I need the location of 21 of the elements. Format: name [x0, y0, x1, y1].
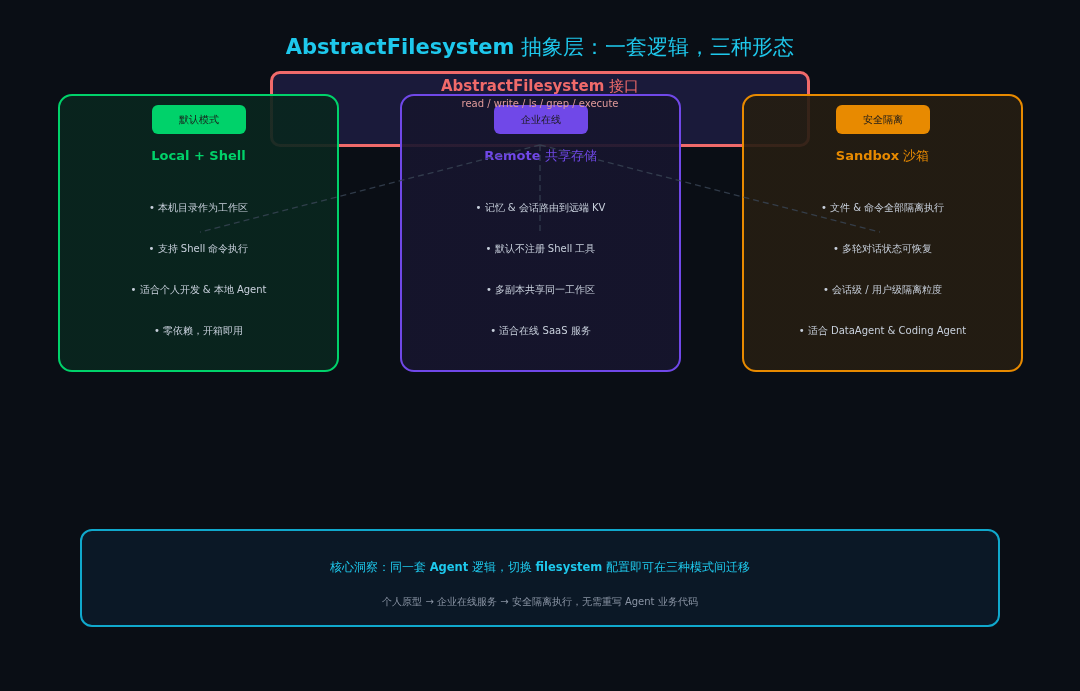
mode-title: Local + Shell — [151, 147, 246, 165]
feature-item: • 零依赖，开箱即用 — [153, 323, 244, 338]
feature-item: • 会话级 / 用户级隔离粒度 — [823, 282, 942, 297]
feature-item: • 记忆 & 会话路由到远端 KV — [475, 200, 606, 215]
feature-item: • 适合在线 SaaS 服务 — [490, 323, 591, 338]
feature-item: • 多轮对话状态可恢复 — [832, 241, 933, 256]
feature-item: • 支持 Shell 命令执行 — [148, 241, 249, 256]
diagram-title: AbstractFilesystem 抽象层：一套逻辑，三种形态 — [285, 34, 795, 61]
feature-item: • 适合个人开发 & 本地 Agent — [130, 282, 267, 297]
feature-item: • 适合 DataAgent & Coding Agent — [798, 323, 967, 338]
feature-item: • 多副本共享同一工作区 — [485, 282, 596, 297]
mode-title: Remote 共享存储 — [484, 147, 597, 165]
interface-title: AbstractFilesystem 接口 — [440, 76, 640, 97]
mode-badge: 默认模式 — [151, 105, 246, 134]
feature-item: • 默认不注册 Shell 工具 — [485, 241, 596, 256]
mode-title: Sandbox 沙箱 — [835, 147, 930, 165]
mode-badge: 安全隔离 — [835, 105, 930, 134]
insight-subline: 个人原型 → 企业在线服务 → 安全隔离执行，无需重写 Agent 业务代码 — [382, 595, 698, 610]
feature-item: • 文件 & 命令全部隔离执行 — [820, 200, 945, 215]
insight-headline: 核心洞察：同一套 Agent 逻辑，切换 filesystem 配置即可在三种模式间迁移 — [330, 559, 750, 576]
feature-item: • 本机目录作为工作区 — [148, 200, 249, 215]
